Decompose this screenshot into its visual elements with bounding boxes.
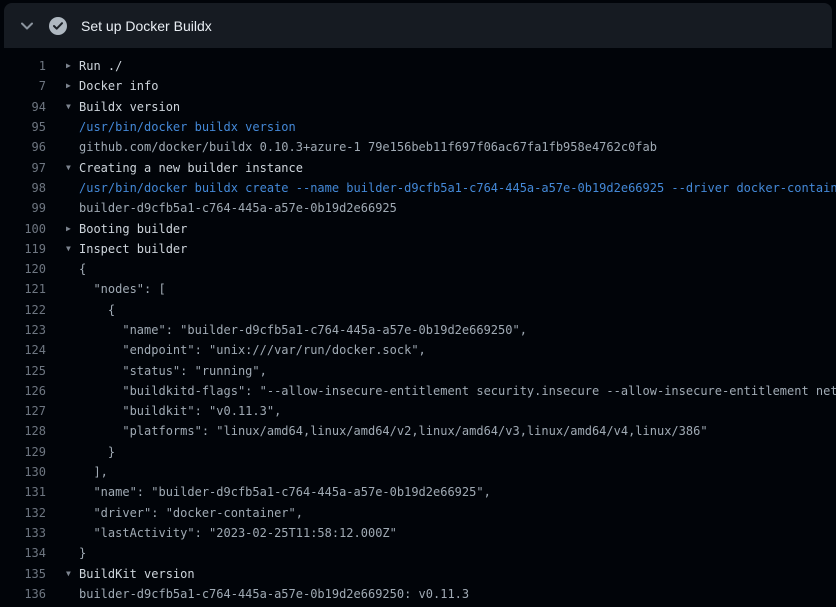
log-row: 131 "name": "builder-d9cfb5a1-c764-445a-… (0, 482, 836, 502)
check-circle-icon (49, 17, 67, 35)
line-number[interactable]: 100 (0, 222, 46, 236)
log-text: } (79, 546, 86, 560)
disclosure-triangle-icon: ▼ (66, 245, 79, 253)
line-number[interactable]: 123 (0, 323, 46, 337)
log-text: "platforms": "linux/amd64,linux/amd64/v2… (79, 424, 708, 438)
line-number[interactable]: 132 (0, 506, 46, 520)
log-row: 96 github.com/docker/buildx 0.10.3+azure… (0, 137, 836, 157)
log-row: 134 } (0, 543, 836, 563)
log-text: "name": "builder-d9cfb5a1-c764-445a-a57e… (79, 323, 527, 337)
log-text: "nodes": [ (79, 282, 166, 296)
log-group-row[interactable]: 7 ▶ Docker info (0, 76, 836, 96)
line-number[interactable]: 129 (0, 445, 46, 459)
log-text: "status": "running", (79, 364, 267, 378)
log-row: 126 "buildkitd-flags": "--allow-insecure… (0, 381, 836, 401)
log-text: "lastActivity": "2023-02-25T11:58:12.000… (79, 526, 397, 540)
disclosure-triangle-icon: ▶ (66, 82, 79, 90)
line-number[interactable]: 95 (0, 120, 46, 134)
log-text: { (79, 262, 86, 276)
line-number[interactable]: 126 (0, 384, 46, 398)
disclosure-triangle-icon: ▶ (66, 62, 79, 70)
log-text: "driver": "docker-container", (79, 506, 303, 520)
log-row: 129 } (0, 442, 836, 462)
line-number[interactable]: 133 (0, 526, 46, 540)
log-row: 132 "driver": "docker-container", (0, 503, 836, 523)
log-group-row[interactable]: 97 ▼ Creating a new builder instance (0, 157, 836, 177)
log-group-row[interactable]: 100 ▶ Booting builder (0, 218, 836, 238)
log-text: "buildkitd-flags": "--allow-insecure-ent… (79, 384, 836, 398)
log-row: 95 /usr/bin/docker buildx version (0, 117, 836, 137)
log-text: Docker info (79, 79, 158, 93)
log-text: "endpoint": "unix:///var/run/docker.sock… (79, 343, 426, 357)
line-number[interactable]: 135 (0, 567, 46, 581)
line-number[interactable]: 136 (0, 587, 46, 601)
step-header[interactable]: Set up Docker Buildx (4, 3, 832, 48)
actions-log-page: { "header": { "title": "Set up Docker Bu… (0, 3, 836, 607)
log-row: 130 ], (0, 462, 836, 482)
log-group-row[interactable]: 1 ▶ Run ./ (0, 56, 836, 76)
line-number[interactable]: 98 (0, 181, 46, 195)
line-number[interactable]: 124 (0, 343, 46, 357)
log-group-row[interactable]: 94 ▼ Buildx version (0, 97, 836, 117)
log-text: builder-d9cfb5a1-c764-445a-a57e-0b19d2e6… (79, 201, 397, 215)
line-number[interactable]: 128 (0, 424, 46, 438)
line-number[interactable]: 120 (0, 262, 46, 276)
line-number[interactable]: 134 (0, 546, 46, 560)
log-text: { (79, 303, 115, 317)
disclosure-triangle-icon: ▶ (66, 225, 79, 233)
log-text: Booting builder (79, 222, 187, 236)
log-lines: 1 ▶ Run ./ 7 ▶ Docker info 94 ▼ Buildx v… (0, 48, 836, 604)
log-text: Run ./ (79, 59, 122, 73)
log-text: Inspect builder (79, 242, 187, 256)
log-text: github.com/docker/buildx 0.10.3+azure-1 … (79, 140, 657, 154)
line-number[interactable]: 99 (0, 201, 46, 215)
line-number[interactable]: 119 (0, 242, 46, 256)
log-text: "name": "builder-d9cfb5a1-c764-445a-a57e… (79, 485, 491, 499)
log-row: 123 "name": "builder-d9cfb5a1-c764-445a-… (0, 320, 836, 340)
log-text: BuildKit version (79, 567, 195, 581)
log-text: /usr/bin/docker buildx create --name bui… (79, 181, 836, 195)
log-text: Creating a new builder instance (79, 161, 303, 175)
line-number[interactable]: 94 (0, 100, 46, 114)
step-title: Set up Docker Buildx (81, 18, 212, 34)
log-text: } (79, 445, 115, 459)
line-number[interactable]: 96 (0, 140, 46, 154)
log-row: 128 "platforms": "linux/amd64,linux/amd6… (0, 421, 836, 441)
line-number[interactable]: 1 (0, 59, 46, 73)
line-number[interactable]: 127 (0, 404, 46, 418)
line-number[interactable]: 121 (0, 282, 46, 296)
log-row: 133 "lastActivity": "2023-02-25T11:58:12… (0, 523, 836, 543)
log-row: 121 "nodes": [ (0, 279, 836, 299)
log-row: 136 builder-d9cfb5a1-c764-445a-a57e-0b19… (0, 584, 836, 604)
log-row: 99 builder-d9cfb5a1-c764-445a-a57e-0b19d… (0, 198, 836, 218)
log-row: 127 "buildkit": "v0.11.3", (0, 401, 836, 421)
log-row: 124 "endpoint": "unix:///var/run/docker.… (0, 340, 836, 360)
log-row: 98 /usr/bin/docker buildx create --name … (0, 178, 836, 198)
chevron-down-icon[interactable] (20, 19, 34, 33)
disclosure-triangle-icon: ▼ (66, 570, 79, 578)
log-row: 120 { (0, 259, 836, 279)
log-text: Buildx version (79, 100, 180, 114)
log-row: 125 "status": "running", (0, 360, 836, 380)
line-number[interactable]: 97 (0, 161, 46, 175)
log-row: 122 { (0, 300, 836, 320)
line-number[interactable]: 125 (0, 364, 46, 378)
log-text: /usr/bin/docker buildx version (79, 120, 296, 134)
line-number[interactable]: 131 (0, 485, 46, 499)
disclosure-triangle-icon: ▼ (66, 164, 79, 172)
line-number[interactable]: 122 (0, 303, 46, 317)
log-text: ], (79, 465, 108, 479)
line-number[interactable]: 130 (0, 465, 46, 479)
disclosure-triangle-icon: ▼ (66, 103, 79, 111)
log-group-row[interactable]: 119 ▼ Inspect builder (0, 239, 836, 259)
log-text: builder-d9cfb5a1-c764-445a-a57e-0b19d2e6… (79, 587, 469, 601)
line-number[interactable]: 7 (0, 79, 46, 93)
log-text: "buildkit": "v0.11.3", (79, 404, 281, 418)
log-group-row[interactable]: 135 ▼ BuildKit version (0, 563, 836, 583)
